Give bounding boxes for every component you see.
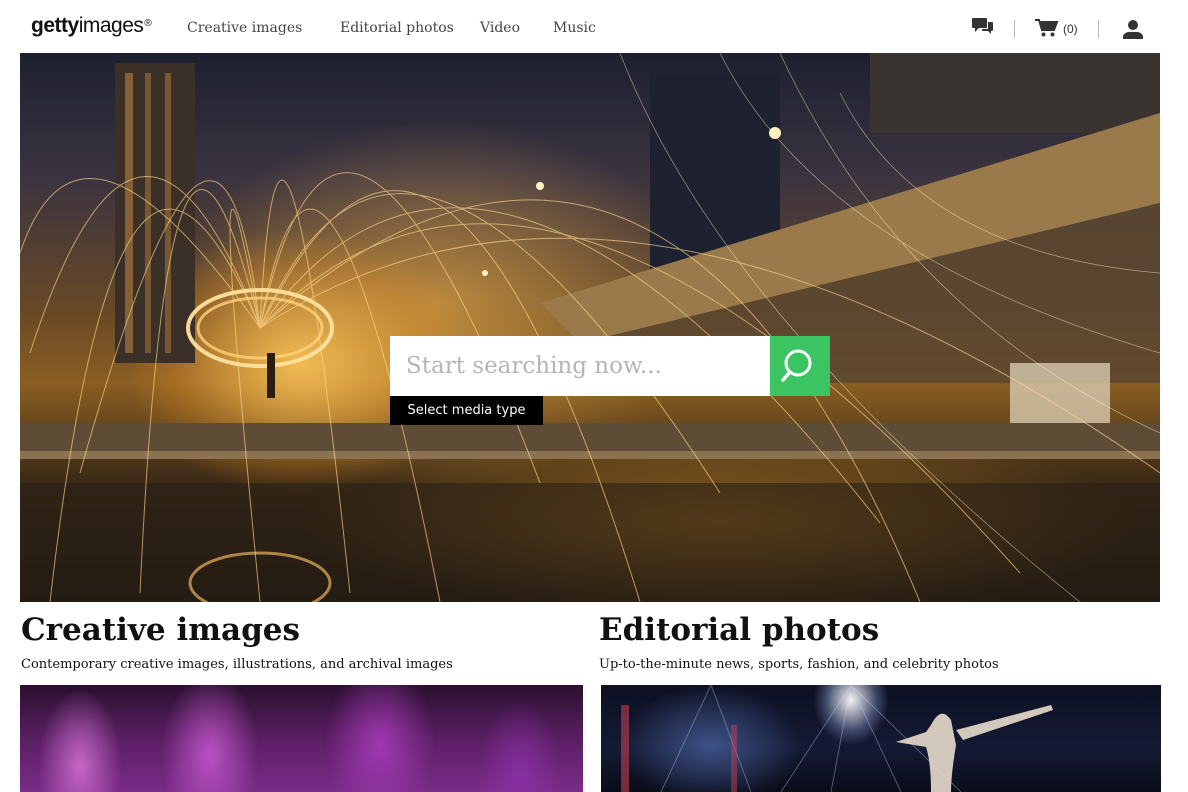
cart-icon[interactable] <box>1035 18 1059 42</box>
editorial-photos-subtitle: Up-to-the-minute news, sports, fashion, … <box>599 657 999 672</box>
logo-text-light: images <box>78 14 144 37</box>
getty-images-logo[interactable]: gettyimages® <box>31 12 152 40</box>
chat-icon[interactable] <box>972 16 994 40</box>
top-header: gettyimages® Creative images Editorial p… <box>0 0 1188 52</box>
cart-count: (0) <box>1063 22 1078 36</box>
creative-images-heading[interactable]: Creative images <box>21 610 300 650</box>
user-icon[interactable] <box>1122 19 1144 43</box>
header-divider <box>1098 20 1099 38</box>
nav-editorial-photos[interactable]: Editorial photos <box>340 18 454 38</box>
hero-photo-light-painting <box>20 53 1160 602</box>
concert-photo <box>621 685 1053 792</box>
hero-banner: Select media type <box>20 53 1160 602</box>
search-input[interactable] <box>390 336 770 396</box>
creative-images-thumbnail[interactable] <box>20 685 583 792</box>
editorial-photos-heading[interactable]: Editorial photos <box>599 610 879 650</box>
editorial-photos-thumbnail[interactable] <box>601 685 1161 792</box>
search-button[interactable] <box>770 336 830 396</box>
logo-registered-mark: ® <box>144 18 152 29</box>
nav-music[interactable]: Music <box>553 18 596 38</box>
nav-video[interactable]: Video <box>480 18 520 38</box>
select-media-type-dropdown[interactable]: Select media type <box>390 396 543 425</box>
logo-text-bold: getty <box>31 14 79 37</box>
nav-creative-images[interactable]: Creative images <box>187 18 302 38</box>
header-divider <box>1014 20 1015 38</box>
creative-images-subtitle: Contemporary creative images, illustrati… <box>21 657 453 672</box>
search-icon <box>781 349 812 382</box>
